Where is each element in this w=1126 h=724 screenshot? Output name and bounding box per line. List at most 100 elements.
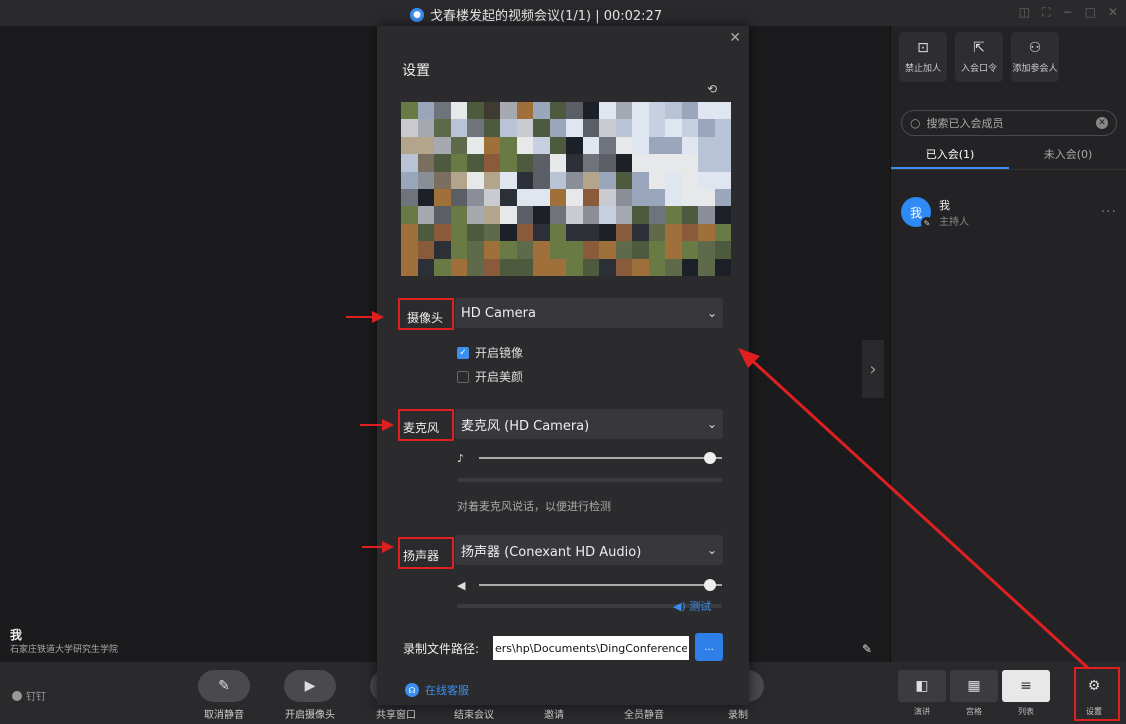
preview-pixel xyxy=(714,136,731,155)
preview-pixel xyxy=(467,258,484,276)
preview-pixel xyxy=(714,119,731,137)
speaker-test-label: 测试 xyxy=(689,600,712,613)
mic-volume-track[interactable] xyxy=(479,452,722,464)
record-path-input[interactable] xyxy=(493,636,689,660)
preview-pixel xyxy=(566,154,583,172)
speaker-volume-track[interactable] xyxy=(479,579,722,591)
preview-pixel xyxy=(698,188,715,207)
member-info: 我 主持人 xyxy=(939,197,969,228)
preview-pixel xyxy=(401,102,418,120)
preview-pixel xyxy=(434,241,451,259)
preview-pixel xyxy=(450,119,467,137)
preview-pixel xyxy=(632,188,649,207)
online-service-link[interactable]: ☊ 在线客服 xyxy=(405,682,469,698)
invite-label: 邀请 xyxy=(544,710,564,721)
preview-pixel xyxy=(467,206,484,224)
preview-pixel xyxy=(401,171,418,189)
preview-pixel xyxy=(681,119,698,137)
camera-select[interactable]: HD Camera ⌄ xyxy=(455,298,723,328)
annotation-arrowhead-speaker xyxy=(382,541,394,553)
preview-pixel xyxy=(615,223,632,242)
preview-pixel xyxy=(566,102,583,120)
lock-meeting-button[interactable]: ⊡ 禁止加人 xyxy=(899,32,947,82)
panel-toggle-chevron-icon[interactable]: › xyxy=(862,340,884,398)
add-user-icon: ⚇ xyxy=(1028,40,1042,56)
add-participant-button[interactable]: ⚇ 添加参会人 xyxy=(1011,32,1059,82)
clear-search-icon[interactable]: ✕ xyxy=(1096,117,1108,129)
panel-actions: ⊡ 禁止加人 ⇱ 入会口令 ⚇ 添加参会人 xyxy=(899,32,1059,82)
layout-list-button[interactable]: ≡ 列表 xyxy=(1002,670,1050,717)
tab-joined[interactable]: 已入会(1) xyxy=(891,142,1009,169)
annotation-arrow-speaker xyxy=(362,546,384,548)
camera-label: 开启摄像头 xyxy=(285,710,335,721)
layout-speaker-button[interactable]: ◧ 演讲 xyxy=(898,670,946,717)
chevron-down-icon: ⌄ xyxy=(706,417,717,431)
mirror-checkbox[interactable]: ✓ xyxy=(457,346,469,359)
unmute-button[interactable]: ✎ 取消静音 xyxy=(198,670,250,721)
pin-window-icon[interactable]: ◫ xyxy=(1019,5,1030,20)
preview-pixel xyxy=(434,136,451,155)
preview-pixel xyxy=(516,102,533,120)
layout-grid-button[interactable]: ▦ 宫格 xyxy=(950,670,998,717)
preview-pixel xyxy=(533,206,550,224)
preview-pixel xyxy=(615,154,632,172)
settings-dialog: ✕ 设置 ⟲ 摄像头 HD Camera ⌄ ✓ 开启镜像 开启美颜 麦克风 麦… xyxy=(377,26,749,705)
preview-pixel xyxy=(417,171,434,189)
preview-pixel xyxy=(714,241,731,259)
camera-button[interactable]: ▶ 开启摄像头 xyxy=(284,670,336,721)
preview-pixel xyxy=(698,119,715,137)
maximize-icon[interactable]: □ xyxy=(1085,5,1096,20)
member-row[interactable]: 我 ✎ 我 主持人 ··· xyxy=(901,190,1117,234)
preview-pixel xyxy=(467,154,484,172)
member-name: 我 xyxy=(939,198,950,212)
list-layout-icon: ≡ xyxy=(1002,670,1050,702)
minimize-icon[interactable]: − xyxy=(1063,5,1073,20)
mirror-option[interactable]: ✓ 开启镜像 xyxy=(457,344,523,361)
preview-pixel xyxy=(549,119,566,137)
speaker-test-link[interactable]: ◀) 测试 xyxy=(673,598,711,614)
preview-pixel xyxy=(483,171,500,189)
speaker-volume-slider[interactable]: ◀ xyxy=(457,577,722,593)
preview-pixel xyxy=(648,223,665,242)
speaker-volume-knob[interactable] xyxy=(703,579,716,591)
unmute-label: 取消静音 xyxy=(204,710,244,721)
add-participant-label: 添加参会人 xyxy=(1012,64,1058,74)
member-role: 主持人 xyxy=(939,216,969,228)
browse-button[interactable]: ... xyxy=(695,633,723,661)
participants-panel: ⊡ 禁止加人 ⇱ 入会口令 ⚇ 添加参会人 ○ ✕ 已入会(1) 未入会(0) … xyxy=(890,26,1126,662)
record-label: 录制 xyxy=(728,710,748,721)
meeting-password-label: 入会口令 xyxy=(960,64,997,74)
member-search-input[interactable] xyxy=(926,116,1087,130)
preview-pixel xyxy=(500,119,517,137)
preview-pixel xyxy=(566,241,583,259)
meeting-password-button[interactable]: ⇱ 入会口令 xyxy=(955,32,1003,82)
preview-pixel xyxy=(434,154,451,172)
chevron-down-icon: ⌄ xyxy=(706,306,717,320)
more-options-icon[interactable]: ··· xyxy=(1101,204,1117,220)
preview-pixel xyxy=(450,258,467,276)
preview-pixel xyxy=(615,258,632,276)
close-window-icon[interactable]: ✕ xyxy=(1108,5,1118,20)
preview-pixel xyxy=(599,154,616,172)
fullscreen-icon[interactable]: ⛶ xyxy=(1042,5,1050,20)
preview-pixel xyxy=(401,119,418,137)
layout-speaker-label: 演讲 xyxy=(914,707,930,716)
preview-pixel xyxy=(632,258,649,276)
speaker-select[interactable]: 扬声器 (Conexant HD Audio) ⌄ xyxy=(455,535,723,565)
beauty-checkbox[interactable] xyxy=(457,370,469,383)
rotate-camera-icon[interactable]: ⟲ xyxy=(707,82,717,96)
mic-volume-slider[interactable]: ♪ xyxy=(457,450,722,466)
tab-not-joined[interactable]: 未入会(0) xyxy=(1009,142,1126,169)
preview-pixel xyxy=(417,206,434,224)
member-search: ○ ✕ xyxy=(901,110,1117,136)
mic-volume-knob[interactable] xyxy=(703,452,716,464)
preview-pixel xyxy=(467,223,484,242)
mic-select[interactable]: 麦克风 (HD Camera) ⌄ xyxy=(455,409,723,439)
layout-switcher: ◧ 演讲 ▦ 宫格 ≡ 列表 xyxy=(898,670,1050,717)
preview-pixel xyxy=(500,258,517,276)
meeting-title-wrap: ● 戈春楼发起的视频会议(1/1) | 00:02:27 xyxy=(410,5,662,24)
preview-pixel xyxy=(500,154,517,172)
close-icon[interactable]: ✕ xyxy=(729,30,741,46)
beauty-option[interactable]: 开启美颜 xyxy=(457,368,523,385)
preview-pixel xyxy=(417,241,434,259)
